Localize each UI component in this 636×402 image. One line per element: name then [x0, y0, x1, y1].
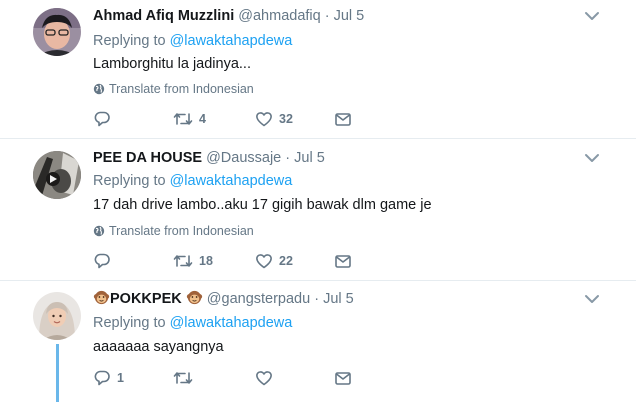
timestamp[interactable]: Jul 5 — [294, 150, 325, 166]
heart-icon — [256, 112, 272, 127]
chevron-down-icon[interactable] — [583, 7, 601, 25]
retweet-button[interactable]: 4 — [173, 109, 206, 129]
reply-icon — [94, 111, 110, 127]
reply-button[interactable] — [93, 109, 117, 129]
tweet-text: 17 dah drive lambo..aku 17 gigih bawak d… — [93, 197, 432, 213]
avatar-photo — [33, 151, 81, 199]
avatar[interactable] — [33, 8, 81, 56]
reply-count: 1 — [117, 371, 124, 385]
thread-line — [56, 344, 59, 402]
direct-message-button[interactable] — [334, 251, 352, 271]
reply-button[interactable]: 1 — [93, 368, 124, 388]
reply-button[interactable] — [93, 251, 117, 271]
direct-message-button[interactable] — [334, 109, 352, 129]
retweet-count: 18 — [199, 254, 213, 268]
globe-icon — [93, 83, 105, 95]
display-name[interactable]: PEE DA HOUSE — [93, 150, 202, 166]
tweet[interactable]: PEE DA HOUSE @Daussaje · Jul 5 Replying … — [0, 139, 636, 280]
separator-dot: · — [285, 150, 291, 166]
replying-to: Replying to @lawaktahapdewa — [93, 31, 292, 51]
timestamp[interactable]: Jul 5 — [323, 291, 354, 307]
chevron-down-icon[interactable] — [583, 290, 601, 308]
replying-prefix: Replying to — [93, 33, 170, 49]
globe-icon — [93, 225, 105, 237]
separator-dot: · — [324, 8, 330, 24]
envelope-icon — [335, 113, 351, 126]
heart-icon — [256, 254, 272, 269]
avatar[interactable] — [33, 292, 81, 340]
direct-message-button[interactable] — [334, 368, 352, 388]
monkey-emoji-icon — [93, 290, 110, 305]
replying-to: Replying to @lawaktahapdewa — [93, 171, 292, 191]
retweet-icon — [173, 255, 193, 267]
user-handle[interactable]: @Daussaje — [206, 150, 281, 166]
avatar[interactable] — [33, 151, 81, 199]
envelope-icon — [335, 255, 351, 268]
replying-prefix: Replying to — [93, 315, 170, 331]
translate-link[interactable]: Translate from Indonesian — [93, 223, 254, 239]
translate-label: Translate from Indonesian — [109, 82, 254, 96]
avatar-photo — [33, 8, 81, 56]
tweet-text: aaaaaaa sayangnya — [93, 339, 224, 355]
user-handle[interactable]: @gangsterpadu — [207, 291, 310, 307]
translate-label: Translate from Indonesian — [109, 224, 254, 238]
retweet-icon — [173, 113, 193, 125]
mention-link[interactable]: @lawaktahapdewa — [170, 173, 293, 189]
tweet-header: POKKPEK @gangsterpadu · Jul 5 — [93, 289, 354, 309]
timestamp[interactable]: Jul 5 — [334, 8, 365, 24]
tweet[interactable]: Ahmad Afiq Muzzlini @ahmadafiq · Jul 5 R… — [0, 0, 636, 138]
heart-icon — [256, 371, 272, 386]
tweet-header: Ahmad Afiq Muzzlini @ahmadafiq · Jul 5 — [93, 6, 364, 26]
retweet-button[interactable] — [173, 368, 199, 388]
retweet-button[interactable]: 18 — [173, 251, 213, 271]
monkey-emoji-icon — [186, 290, 202, 305]
like-button[interactable]: 22 — [255, 251, 293, 271]
display-name[interactable]: Ahmad Afiq Muzzlini — [93, 8, 234, 24]
retweet-count: 4 — [199, 112, 206, 126]
tweet[interactable]: POKKPEK @gangsterpadu · Jul 5 Replying t… — [0, 281, 636, 402]
tweet-text: Lamborghitu la jadinya... — [93, 56, 251, 72]
reply-icon — [94, 370, 110, 386]
display-name[interactable]: POKKPEK — [110, 291, 182, 307]
envelope-icon — [335, 372, 351, 385]
mention-link[interactable]: @lawaktahapdewa — [170, 315, 293, 331]
user-handle[interactable]: @ahmadafiq — [238, 8, 320, 24]
like-button[interactable] — [255, 368, 279, 388]
reply-icon — [94, 253, 110, 269]
chevron-down-icon[interactable] — [583, 149, 601, 167]
separator-dot: · — [314, 291, 320, 307]
retweet-icon — [173, 372, 193, 384]
replying-prefix: Replying to — [93, 173, 170, 189]
like-button[interactable]: 32 — [255, 109, 293, 129]
avatar-photo — [33, 292, 81, 340]
tweet-header: PEE DA HOUSE @Daussaje · Jul 5 — [93, 148, 325, 168]
like-count: 22 — [279, 254, 293, 268]
translate-link[interactable]: Translate from Indonesian — [93, 81, 254, 97]
replying-to: Replying to @lawaktahapdewa — [93, 313, 292, 333]
mention-link[interactable]: @lawaktahapdewa — [170, 33, 293, 49]
like-count: 32 — [279, 112, 293, 126]
